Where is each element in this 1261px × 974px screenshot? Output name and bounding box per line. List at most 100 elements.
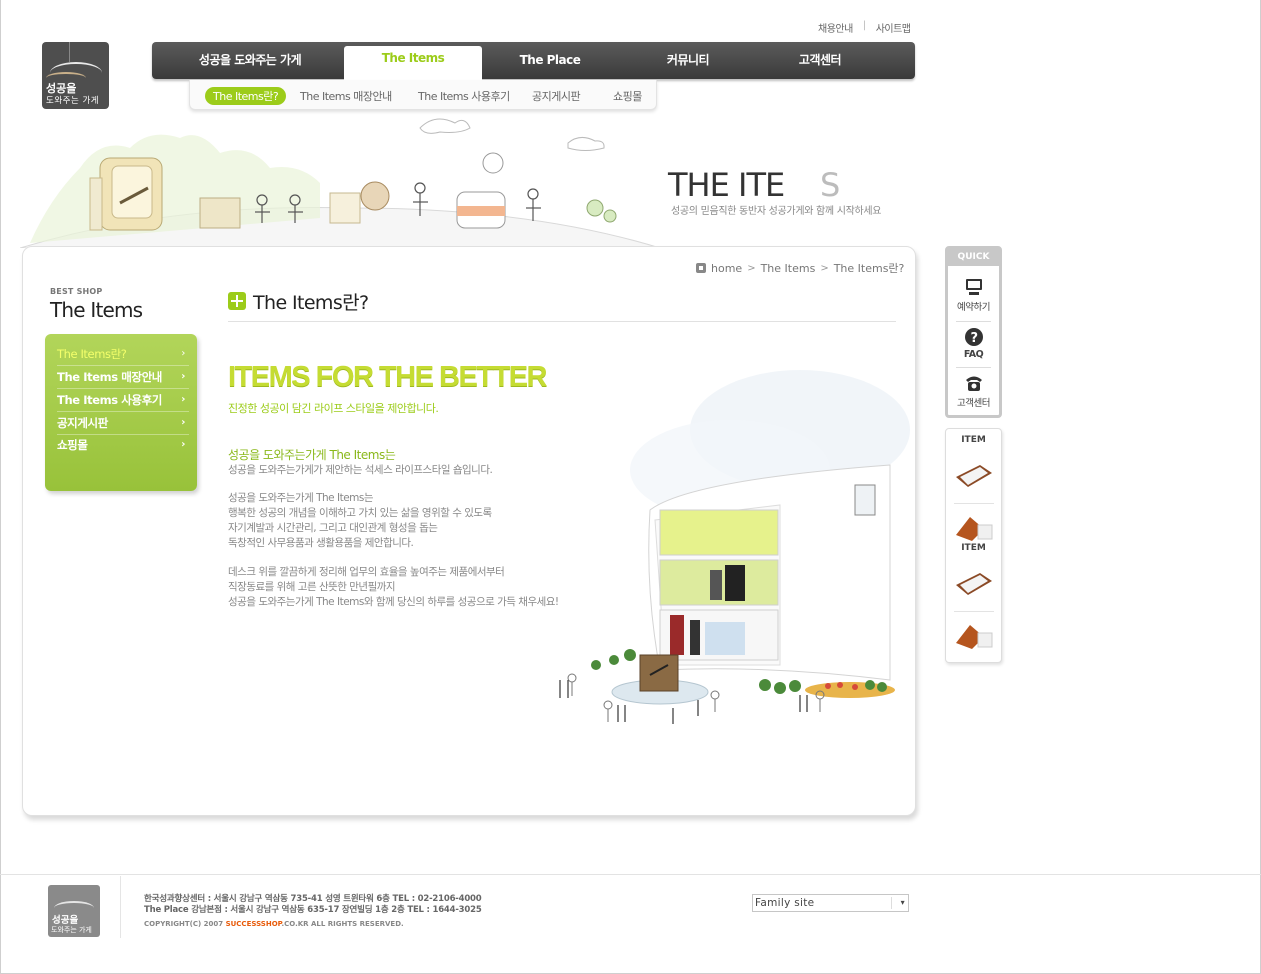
chevron-right-icon: > <box>820 262 829 274</box>
chevron-right-icon: › <box>181 348 185 359</box>
lnb-item-shop[interactable]: 쇼핑몰 › <box>57 434 189 457</box>
home-icon <box>696 263 706 273</box>
logo-stem <box>69 42 70 62</box>
sub-nav: The Items란? The Items 매장안내 The Items 사용후… <box>189 80 657 110</box>
hero-subtitle: 성공의 믿음직한 동반자 성공가게와 함께 시작하세요 <box>671 206 882 217</box>
lnb-item-label: 쇼핑몰 <box>57 438 88 452</box>
global-nav: 성공을 도와주는 가게 The Items The Place 커뮤니티 고객센… <box>152 42 915 86</box>
gift-icon <box>228 292 246 310</box>
local-nav: The Items란? › The Items 매장안내 › The Items 사… <box>45 334 197 491</box>
paragraph-line: 자기계발과 시간관리, 그리고 대인관계 형성을 돕는 <box>228 522 438 534</box>
items-divider <box>954 503 994 504</box>
product-thumb[interactable] <box>954 619 994 653</box>
subnav-item-reviews[interactable]: The Items 사용후기 <box>418 88 510 104</box>
copyright-brand: SUCCESSSHOP <box>225 920 282 928</box>
chevron-down-icon: ▾ <box>900 898 905 907</box>
breadcrumb-the-items[interactable]: The Items <box>761 262 816 275</box>
quick-customer-center[interactable]: 고객센터 <box>948 373 999 409</box>
chevron-right-icon: › <box>181 394 185 405</box>
svg-text:?: ? <box>970 331 977 346</box>
quick-faq[interactable]: ? FAQ <box>948 327 999 360</box>
hero-title: THE ITEM S <box>668 166 840 204</box>
paragraph-line: 직장동료를 위해 고른 산뜻한 만년필까지 <box>228 581 396 593</box>
lnb-item-about[interactable]: The Items란? › <box>57 343 189 366</box>
page-title: The Items란? <box>253 292 369 314</box>
quick-reservation[interactable]: 예약하기 <box>948 277 999 313</box>
lnb-item-label: The Items 사용후기 <box>57 393 162 407</box>
util-links: 채용안내 | 사이트맵 <box>818 20 911 35</box>
copyright-prefix: COPYRIGHT(C) 2007 <box>144 920 224 928</box>
tagline: 진정한 성공이 담긴 라이프 스타일을 제안합니다. <box>228 402 439 415</box>
family-site-value: Family site <box>755 897 815 909</box>
recruit-link[interactable]: 채용안내 <box>818 20 853 35</box>
store-illustration <box>559 370 910 724</box>
lnb-item-reviews[interactable]: The Items 사용후기 › <box>57 389 189 412</box>
logo-text-line2: 도와주는 가게 <box>46 96 100 106</box>
items-header: ITEM <box>961 543 986 553</box>
quick-reservation-label: 예약하기 <box>957 302 990 313</box>
gnb-item-success-shop[interactable]: 성공을 도와주는 가게 <box>170 42 330 79</box>
paragraph-1: 성공을 도와주는가게 The Items는 행복한 성공의 개념을 이해하고 가… <box>228 491 492 551</box>
footer-logo-line1: 성공을 <box>52 915 79 926</box>
chevron-right-icon: › <box>181 417 185 428</box>
footer-address-2: The Place 강남본점 : 서울시 강남구 역삼동 635-17 장연빌딩… <box>144 905 482 915</box>
gnb-item-the-place[interactable]: The Place <box>492 42 608 79</box>
paragraph-line: 데스크 위를 깔끔하게 정리해 업무의 효율을 높여주는 제품에서부터 <box>228 566 505 578</box>
paragraph-line: 행복한 성공의 개념을 이해하고 가치 있는 삶을 영위할 수 있도록 <box>228 507 492 519</box>
lnb-item-label: The Items란? <box>57 347 127 361</box>
gnb-item-customer-center[interactable]: 고객센터 <box>760 42 880 79</box>
product-thumb[interactable] <box>954 567 994 601</box>
product-thumb[interactable] <box>954 511 994 545</box>
telephone-icon <box>965 376 982 391</box>
chevron-right-icon: › <box>181 439 185 450</box>
subnav-item-notice[interactable]: 공지게시판 <box>532 88 581 104</box>
lnb-item-label: 공지게시판 <box>57 416 108 430</box>
sitemap-link[interactable]: 사이트맵 <box>876 20 911 35</box>
footer-vertical-divider <box>120 876 121 938</box>
side-caption: BEST SHOP <box>50 287 103 296</box>
select-divider <box>891 897 892 909</box>
lnb-item-notice[interactable]: 공지게시판 › <box>57 412 189 435</box>
quick-divider <box>956 321 991 322</box>
footer-copyright: COPYRIGHT(C) 2007 SUCCESSSHOP.CO.KR ALL … <box>144 920 404 928</box>
lnb-item-stores[interactable]: The Items 매장안내 › <box>57 366 189 389</box>
copyright-suffix: .CO.KR ALL RIGHTS RESERVED. <box>281 920 404 928</box>
footer-logo-line2: 도와주는 가게 <box>51 926 92 934</box>
subnav-item-about[interactable]: The Items란? <box>205 87 287 105</box>
headline: ITEMS FOR THE BETTER <box>228 361 548 393</box>
breadcrumb-current: The Items란? <box>833 262 905 275</box>
question-icon: ? <box>964 328 983 346</box>
gnb-item-community[interactable]: 커뮤니티 <box>628 42 748 79</box>
family-site-select[interactable]: Family site ▾ <box>752 894 909 912</box>
breadcrumb: home > The Items > The Items란? <box>696 260 904 276</box>
items-divider <box>954 611 994 612</box>
paragraph-line: 독창적인 사무용품과 생활용품을 제안합니다. <box>228 537 414 549</box>
title-divider <box>228 321 896 322</box>
chevron-right-icon: > <box>747 262 756 274</box>
footer-logo: 성공을 도와주는 가게 <box>48 885 100 937</box>
intro-title: 성공을 도와주는가게 The Items는 <box>228 448 396 462</box>
breadcrumb-home[interactable]: home <box>711 262 742 275</box>
computer-icon <box>965 279 982 295</box>
footer-divider <box>0 874 1261 875</box>
paragraph-line: 성공을 도와주는가게 The Items와 함께 당신의 하루를 성공으로 가득… <box>228 596 559 608</box>
product-thumb[interactable] <box>954 459 994 493</box>
subnav-item-shop[interactable]: 쇼핑몰 <box>613 88 642 104</box>
subnav-item-stores[interactable]: The Items 매장안내 <box>300 88 392 104</box>
side-title: The Items <box>50 298 143 322</box>
paragraph-line: 성공을 도와주는가게 The Items는 <box>228 492 374 504</box>
chevron-right-icon: › <box>181 371 185 382</box>
util-separator: | <box>862 20 866 31</box>
lnb-item-label: The Items 매장안내 <box>57 370 162 384</box>
quick-menu-header: QUICK <box>948 249 999 266</box>
quick-faq-label: FAQ <box>963 349 984 360</box>
site-logo[interactable]: 성공을 도와주는 가게 <box>42 42 109 109</box>
quick-customer-center-label: 고객센터 <box>957 398 990 409</box>
quick-divider <box>956 367 991 368</box>
paragraph-2: 데스크 위를 깔끔하게 정리해 업무의 효율을 높여주는 제품에서부터 직장동료… <box>228 565 559 610</box>
hero-illustration <box>20 118 660 248</box>
quick-menu: QUICK 예약하기 ? FAQ 고객센터 <box>945 246 1002 418</box>
items-header: ITEM <box>961 435 986 445</box>
items-panel: ITEM ITEM <box>945 428 1002 663</box>
intro-subtitle: 성공을 도와주는가게가 제안하는 석세스 라이프스타일 숍입니다. <box>228 464 493 476</box>
